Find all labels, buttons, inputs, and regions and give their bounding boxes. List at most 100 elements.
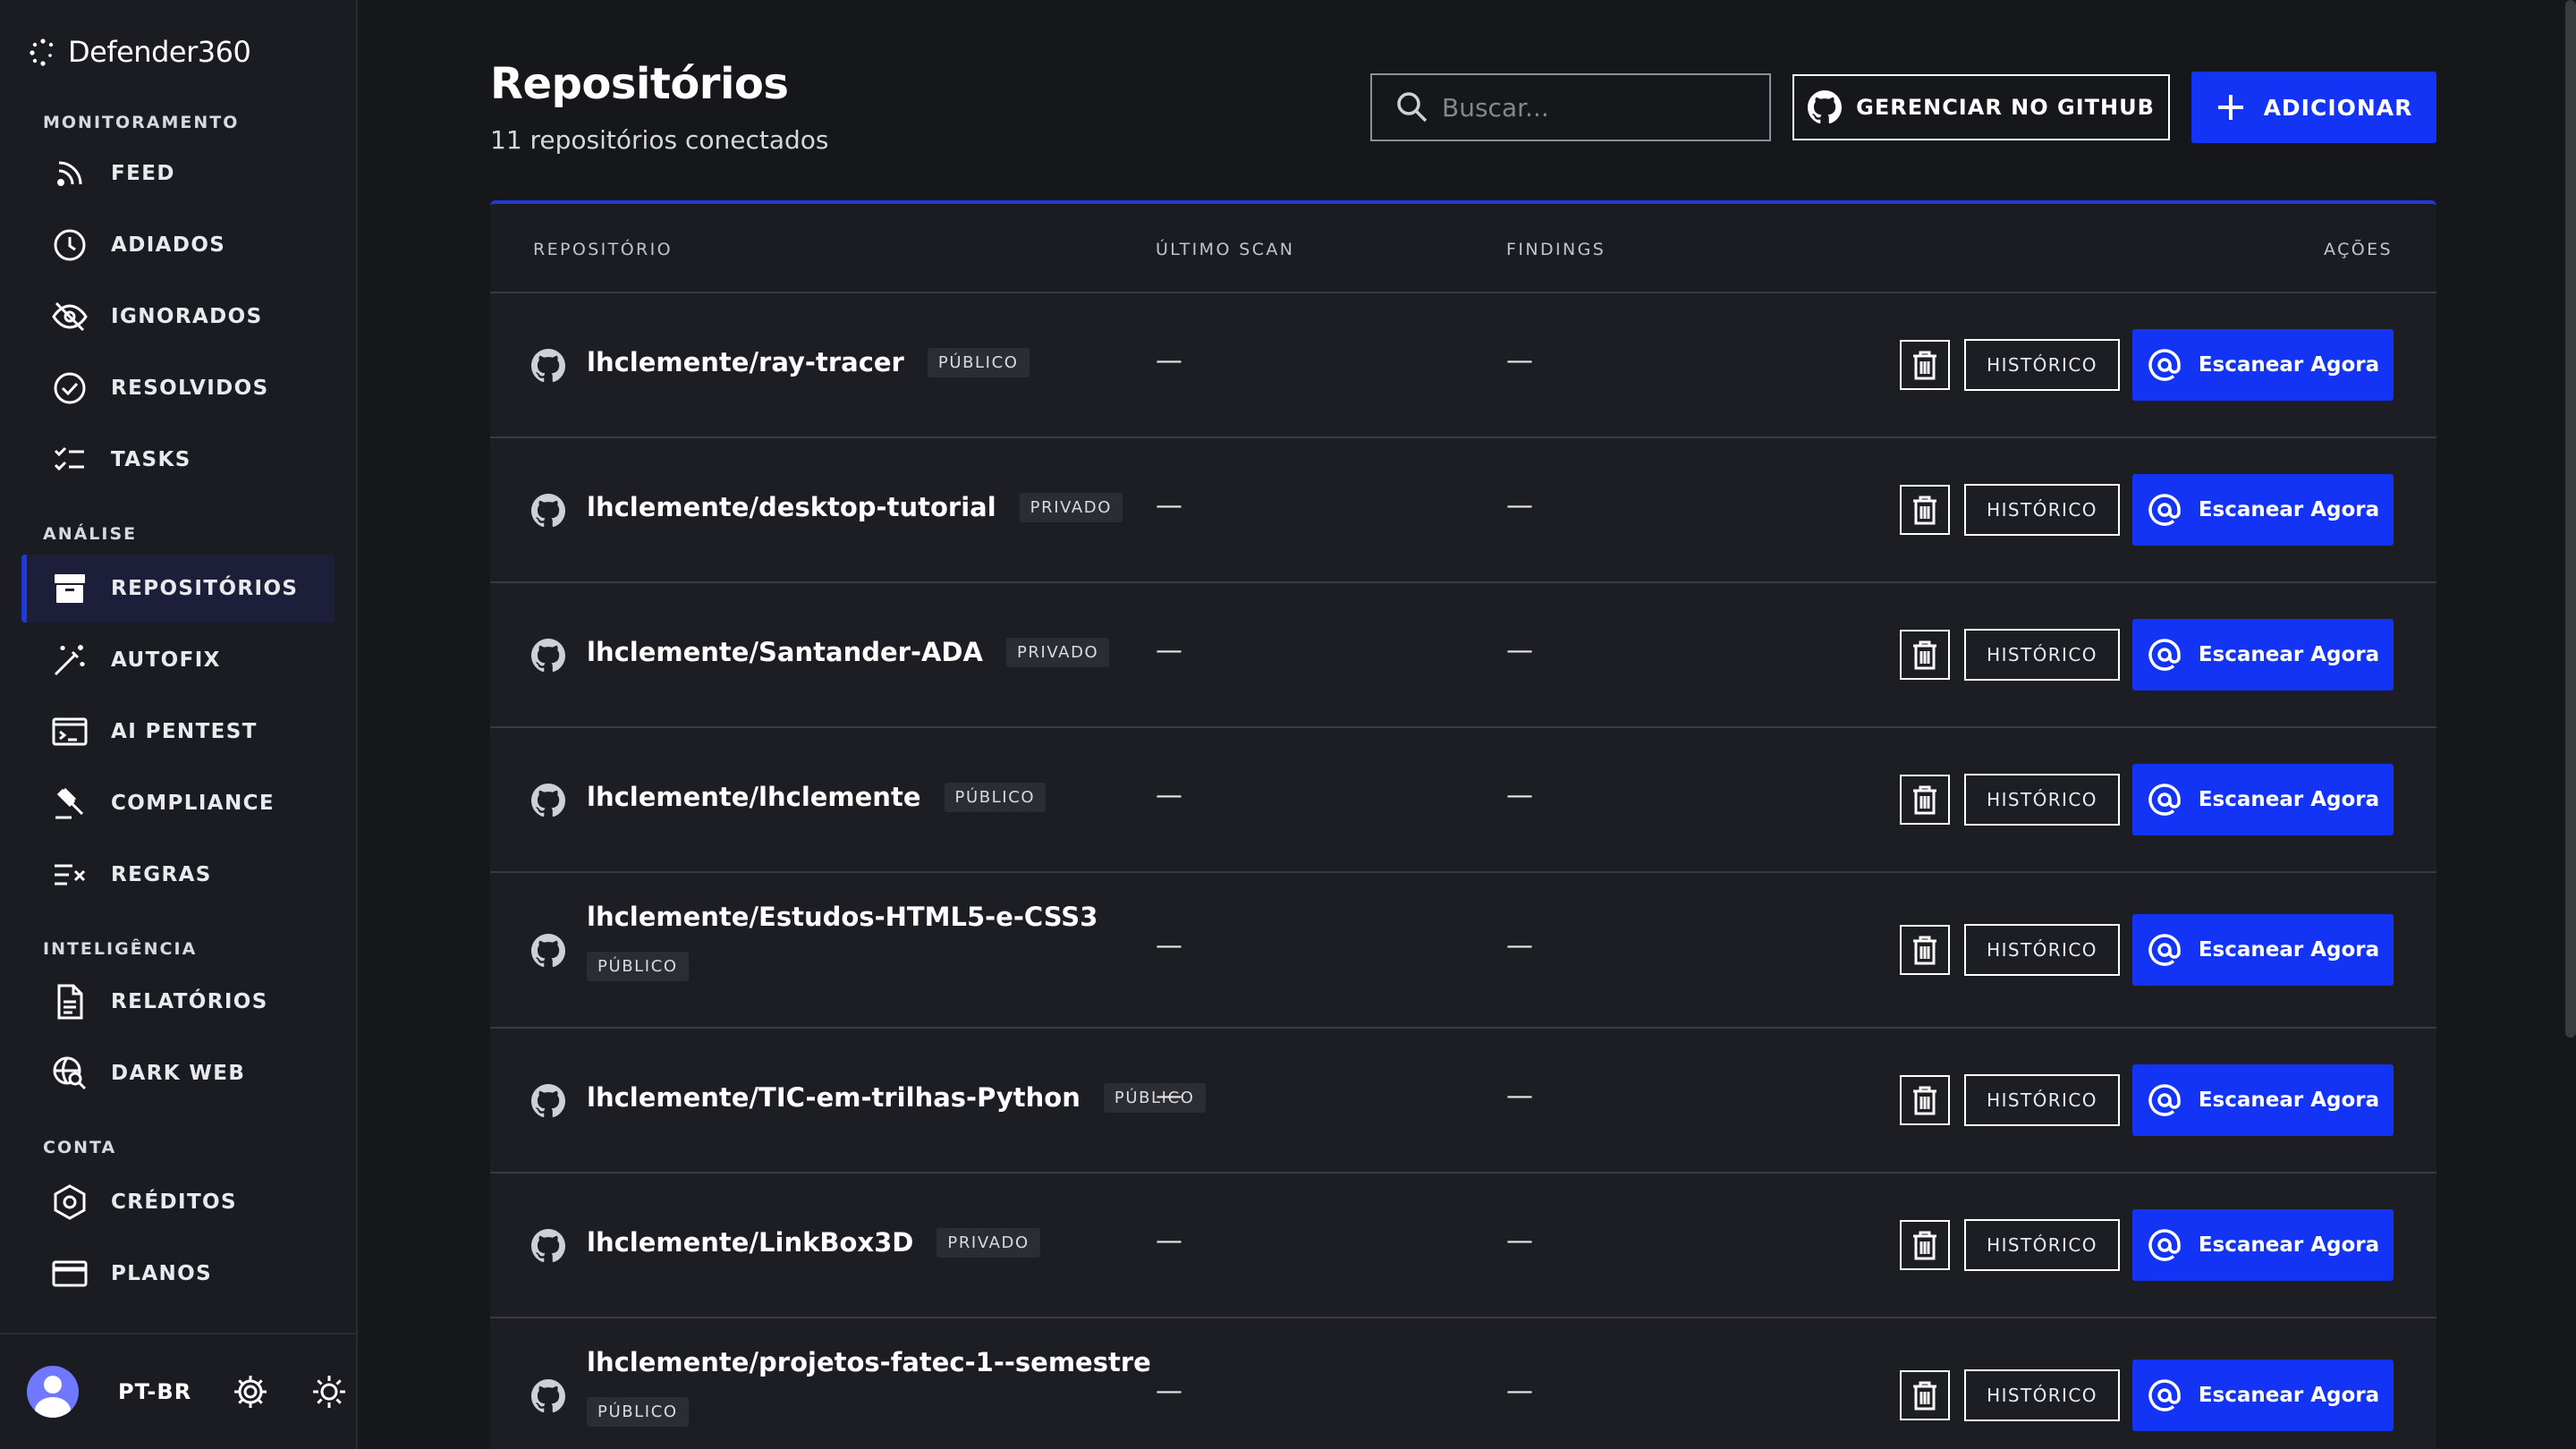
history-button[interactable]: HISTÓRICO [1964,339,2120,391]
terminal-icon [52,717,88,746]
github-icon [531,639,565,673]
scan-now-button[interactable]: Escanear Agora [2132,329,2394,401]
sidebar-item-resolvidos[interactable]: RESOLVIDOS [21,354,335,422]
page-scrollbar[interactable] [2565,0,2576,1038]
delete-button[interactable] [1900,485,1950,535]
sidebar-item-repositorios[interactable]: REPOSITÓRIOS [21,555,335,623]
sidebar-item-label: AUTOFIX [111,648,221,672]
sidebar-item-autofix[interactable]: AUTOFIX [21,626,335,694]
findings-value: — [1506,490,1533,521]
delete-button[interactable] [1900,1220,1950,1270]
history-button[interactable]: HISTÓRICO [1964,1219,2120,1271]
repo-name[interactable]: lhclemente/TIC-em-trilhas-Python [587,1082,1080,1113]
sun-icon[interactable] [309,1372,349,1411]
search-input[interactable] [1442,92,1764,123]
at-sign-icon [2148,784,2181,816]
repo-name[interactable]: lhclemente/desktop-tutorial [587,492,996,522]
scan-now-button[interactable]: Escanear Agora [2132,474,2394,546]
history-button[interactable]: HISTÓRICO [1964,484,2120,536]
sidebar-item-dark-web[interactable]: DARK WEB [21,1039,335,1107]
last-scan-value: — [1156,930,1182,962]
sidebar-item-label: AI PENTEST [111,720,258,743]
delete-button[interactable] [1900,775,1950,825]
history-button[interactable]: HISTÓRICO [1964,629,2120,681]
scan-now-button[interactable]: Escanear Agora [2132,764,2394,835]
sidebar-item-ai-pentest[interactable]: AI PENTEST [21,698,335,766]
sidebar-item-compliance[interactable]: COMPLIANCE [21,769,335,837]
gear-icon[interactable] [231,1372,270,1411]
visibility-badge: PRIVADO [1019,492,1123,522]
table-row: lhclemente/projetos-fatec-1--semestre PÚ… [490,1318,2436,1449]
table-row: lhclemente/ray-tracer PÚBLICO — — HISTÓR… [490,293,2436,438]
sidebar-item-label: REGRAS [111,863,212,886]
table-header: REPOSITÓRIO ÚLTIMO SCAN FINDINGS AÇÕES [490,204,2436,293]
add-repository-button[interactable]: ADICIONAR [2191,72,2436,143]
visibility-badge: PRIVADO [936,1227,1040,1258]
history-button[interactable]: HISTÓRICO [1964,1369,2120,1421]
last-scan-value: — [1156,1376,1182,1407]
brand-name: Defender360 [68,35,251,69]
delete-button[interactable] [1900,1075,1950,1125]
repo-name[interactable]: lhclemente/Santander-ADA [587,637,983,667]
brand[interactable]: Defender360 [27,32,251,72]
page-title: Repositórios [490,59,789,109]
scan-now-label: Escanear Agora [2198,1233,2380,1257]
visibility-badge: PRIVADO [1005,637,1110,667]
repo-name[interactable]: lhclemente/lhclemente [587,782,921,812]
github-icon [531,1084,565,1118]
last-scan-value: — [1156,780,1182,811]
history-button[interactable]: HISTÓRICO [1964,1074,2120,1126]
scan-now-button[interactable]: Escanear Agora [2132,1209,2394,1281]
visibility-badge: PÚBLICO [927,347,1030,377]
check-circle-icon [54,372,86,404]
scan-now-button[interactable]: Escanear Agora [2132,1064,2394,1136]
delete-button[interactable] [1900,340,1950,390]
sidebar-item-ignorados[interactable]: IGNORADOS [21,283,335,351]
delete-button[interactable] [1900,630,1950,680]
repo-name[interactable]: lhclemente/Estudos-HTML5-e-CSS3 [587,902,1097,932]
globe-search-icon [53,1056,87,1090]
hexagon-icon [54,1184,86,1220]
language-selector[interactable]: PT-BR [118,1379,191,1404]
table-row: lhclemente/TIC-em-trilhas-Python PÚBLICO… [490,1029,2436,1174]
repo-name[interactable]: lhclemente/projetos-fatec-1--semestre [587,1347,1151,1377]
at-sign-icon [2148,639,2181,671]
repo-name[interactable]: lhclemente/ray-tracer [587,347,904,377]
scan-now-button[interactable]: Escanear Agora [2132,619,2394,691]
at-sign-icon [2148,1379,2181,1411]
column-header-acoes: AÇÕES [2324,240,2393,259]
sidebar-item-label: FEED [111,162,175,185]
scan-now-button[interactable]: Escanear Agora [2132,1360,2394,1431]
delete-button[interactable] [1900,1370,1950,1420]
manage-github-button[interactable]: GERENCIAR NO GITHUB [1792,74,2170,140]
sidebar-item-adiados[interactable]: ADIADOS [21,211,335,279]
delete-button[interactable] [1900,925,1950,975]
history-button[interactable]: HISTÓRICO [1964,774,2120,826]
repo-name[interactable]: lhclemente/LinkBox3D [587,1227,913,1258]
scan-now-label: Escanear Agora [2198,1384,2380,1407]
sidebar-item-label: TASKS [111,448,191,471]
sidebar-item-regras[interactable]: REGRAS [21,841,335,909]
checklist-icon [54,446,84,471]
sidebar-item-planos[interactable]: PLANOS [21,1240,335,1308]
table-row: lhclemente/lhclemente PÚBLICO — — HISTÓR… [490,728,2436,873]
sidebar-item-label: PLANOS [111,1262,213,1285]
findings-value: — [1506,780,1533,811]
table-row: lhclemente/desktop-tutorial PRIVADO — — … [490,438,2436,583]
sidebar-item-label: COMPLIANCE [111,792,275,815]
sidebar-item-creditos[interactable]: CRÉDITOS [21,1168,335,1236]
sidebar-item-feed[interactable]: FEED [21,140,335,208]
trash-icon [1913,351,1936,380]
column-header-ultimo-scan: ÚLTIMO SCAN [1156,240,1295,259]
trash-icon [1913,1231,1936,1260]
history-button[interactable]: HISTÓRICO [1964,924,2120,976]
sidebar-item-tasks[interactable]: TASKS [21,426,335,494]
sidebar-item-label: ADIADOS [111,233,226,257]
clock-icon [54,229,86,261]
scan-now-label: Escanear Agora [2198,1089,2380,1112]
search-icon [1397,92,1428,123]
scan-now-button[interactable]: Escanear Agora [2132,914,2394,986]
search-box[interactable] [1370,73,1771,141]
sidebar-item-relatorios[interactable]: RELATÓRIOS [21,968,335,1036]
avatar[interactable] [27,1366,79,1418]
